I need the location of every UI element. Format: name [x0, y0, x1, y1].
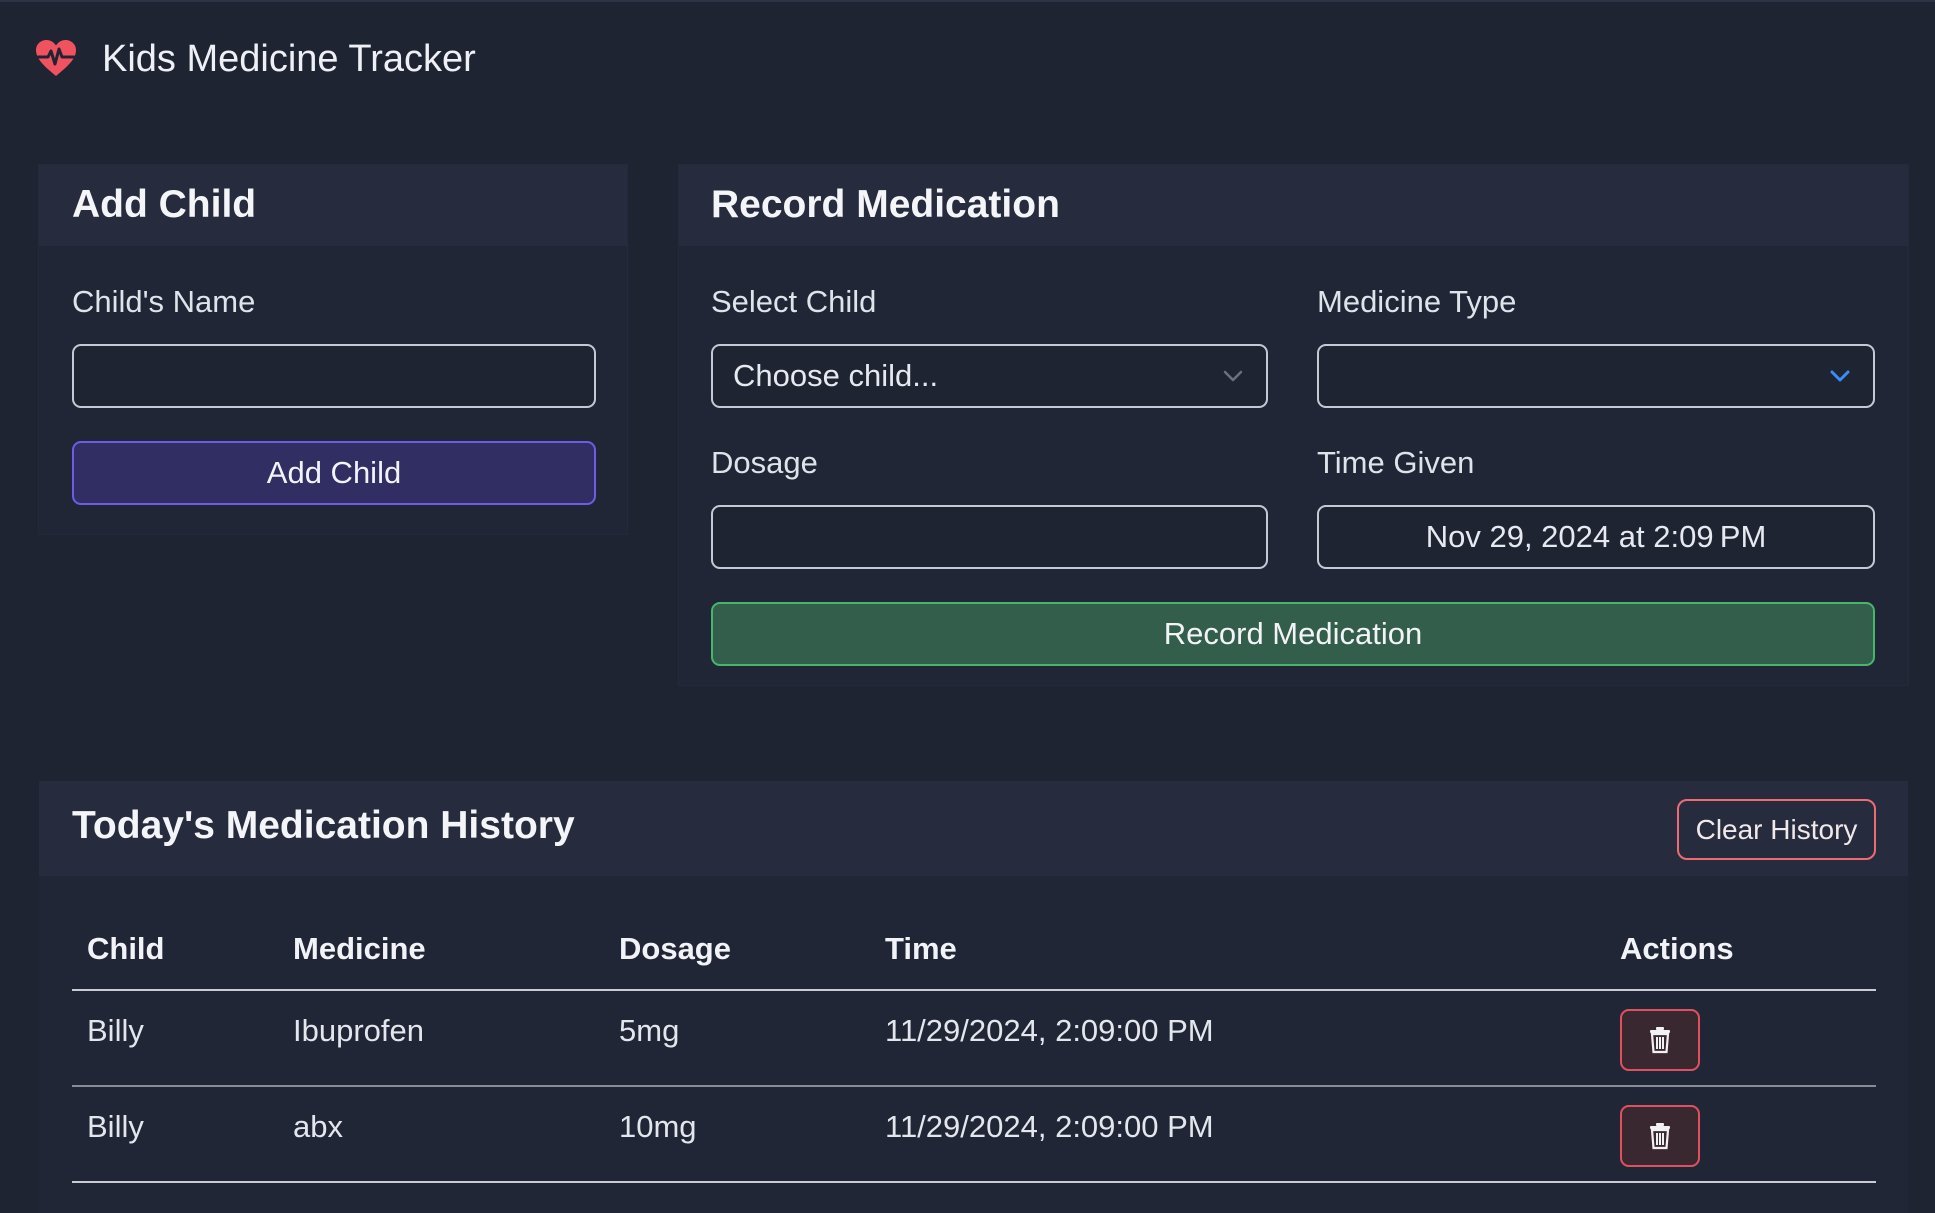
table-row: Billy abx 10mg 11/29/2024, 2:09:00 PM [72, 1087, 1876, 1181]
cell-medicine: Ibuprofen [293, 1013, 424, 1048]
clear-history-button[interactable]: Clear History [1677, 799, 1876, 860]
cell-time: 11/29/2024, 2:09:00 PM [885, 1109, 1214, 1144]
column-header-child: Child [87, 931, 165, 966]
delete-entry-button[interactable] [1620, 1105, 1700, 1167]
chevron-down-icon [1222, 366, 1244, 386]
record-medication-card: Record Medication Select Child Choose ch… [679, 165, 1908, 685]
cell-child: Billy [87, 1013, 144, 1048]
cell-dosage: 10mg [619, 1109, 697, 1144]
row-divider [72, 1181, 1876, 1183]
delete-entry-button[interactable] [1620, 1009, 1700, 1071]
time-given-value: Nov 29, 2024 at 2:09 PM [1425, 519, 1767, 554]
time-given-input[interactable]: Nov 29, 2024 at 2:09 PM [1317, 505, 1875, 569]
add-child-button[interactable]: Add Child [72, 441, 596, 505]
cell-child: Billy [87, 1109, 144, 1144]
column-header-medicine: Medicine [293, 931, 426, 966]
dosage-input[interactable] [711, 505, 1268, 569]
select-child-dropdown[interactable]: Choose child... [711, 344, 1268, 408]
add-child-card: Add Child Child's Name Add Child [39, 165, 627, 534]
record-medication-card-header: Record Medication [679, 165, 1908, 246]
record-medication-button-label: Record Medication [1163, 616, 1423, 651]
add-child-button-label: Add Child [266, 455, 402, 490]
column-header-actions: Actions [1620, 931, 1734, 966]
cell-time: 11/29/2024, 2:09:00 PM [885, 1013, 1214, 1048]
add-child-card-header: Add Child [39, 165, 627, 246]
child-name-input[interactable] [72, 344, 596, 408]
add-child-title: Add Child [72, 183, 257, 226]
medicine-type-dropdown[interactable] [1317, 344, 1875, 408]
trash-icon [1648, 1122, 1672, 1150]
dosage-label: Dosage [711, 445, 818, 480]
heart-pulse-icon [34, 38, 78, 78]
record-medication-title: Record Medication [711, 183, 1060, 226]
medicine-type-label: Medicine Type [1317, 284, 1517, 319]
select-child-value: Choose child... [733, 358, 939, 393]
trash-icon [1648, 1026, 1672, 1054]
medication-history-card: Today's Medication History Clear History… [39, 781, 1908, 1213]
cell-dosage: 5mg [619, 1013, 680, 1048]
app-title: Kids Medicine Tracker [102, 38, 476, 80]
history-title: Today's Medication History [72, 804, 575, 847]
clear-history-label: Clear History [1695, 813, 1858, 845]
time-given-label: Time Given [1317, 445, 1475, 480]
child-name-label: Child's Name [72, 284, 256, 319]
column-header-time: Time [885, 931, 957, 966]
chevron-down-icon [1829, 366, 1851, 386]
cell-medicine: abx [293, 1109, 343, 1144]
record-medication-button[interactable]: Record Medication [711, 602, 1875, 666]
table-row: Billy Ibuprofen 5mg 11/29/2024, 2:09:00 … [72, 991, 1876, 1085]
column-header-dosage: Dosage [619, 931, 731, 966]
history-card-header: Today's Medication History Clear History [39, 781, 1908, 876]
select-child-label: Select Child [711, 284, 877, 319]
